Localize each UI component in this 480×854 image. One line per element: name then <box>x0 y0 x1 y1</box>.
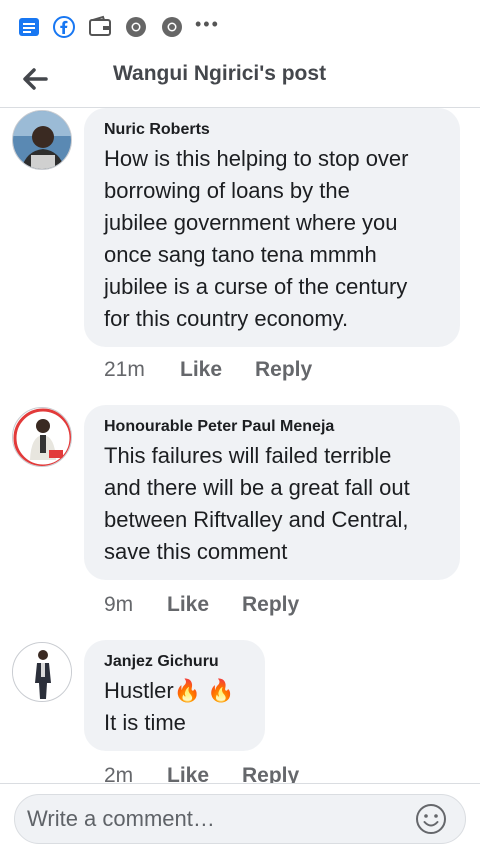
comment-line: between Riftvalley and Central, <box>104 507 409 532</box>
news-icon <box>19 18 39 36</box>
comment-line: jubilee is a curse of the century <box>104 274 408 299</box>
facebook-icon <box>53 16 75 38</box>
comment-line: This failures will failed terrible <box>104 443 392 468</box>
comment-composer <box>0 783 480 854</box>
comment-line: save this comment <box>104 539 288 564</box>
comment-text: Hustler🔥 🔥 It is time <box>104 675 245 739</box>
comment-author[interactable]: Nuric Roberts <box>104 120 440 140</box>
post-header: Wangui Ngirici's post <box>0 52 480 108</box>
comment-bubble: Honourable Peter Paul Meneja This failur… <box>84 405 460 580</box>
page-title: Wangui Ngirici's post <box>113 62 327 85</box>
avatar-photo <box>13 643 71 701</box>
comment-line: borrowing of loans by the <box>104 178 350 203</box>
avatar-photo <box>13 408 71 466</box>
comment-bubble: Janjez Gichuru Hustler🔥 🔥 It is time <box>84 640 265 751</box>
comment-line: How is this helping to stop over <box>104 146 409 171</box>
comment-time: 21m <box>104 358 145 381</box>
more-notifications-icon: ••• <box>195 14 220 34</box>
chrome-icon <box>162 17 182 37</box>
avatar-photo <box>13 111 71 169</box>
reply-button[interactable]: Reply <box>242 593 299 617</box>
comment-author[interactable]: Janjez Gichuru <box>104 652 245 672</box>
like-button[interactable]: Like <box>167 593 209 617</box>
comment-bubble: Nuric Roberts How is this helping to sto… <box>84 108 460 347</box>
avatar[interactable] <box>12 407 72 467</box>
comment-line: once sang tano tena mmmh <box>104 242 377 267</box>
comment-line: for this country economy. <box>104 306 349 331</box>
comment-text: How is this helping to stop over borrowi… <box>104 143 440 335</box>
comment-line: and there will be a great fall out <box>104 475 410 500</box>
comment-line: It is time <box>104 710 186 735</box>
like-button[interactable]: Like <box>180 358 222 382</box>
comment-line: jubilee government where you <box>104 210 398 235</box>
avatar[interactable] <box>12 642 72 702</box>
back-arrow-icon[interactable] <box>18 64 54 94</box>
avatar[interactable] <box>12 110 72 170</box>
status-bar: ••• <box>0 0 480 52</box>
comment-input[interactable] <box>14 794 466 844</box>
smiley-icon[interactable] <box>415 803 447 835</box>
chrome-icon <box>126 17 146 37</box>
reply-button[interactable]: Reply <box>255 358 312 382</box>
comment-time: 9m <box>104 593 134 616</box>
comment-text: This failures will failed terrible and t… <box>104 440 440 568</box>
comment-author[interactable]: Honourable Peter Paul Meneja <box>104 417 440 437</box>
wallet-icon <box>89 15 111 36</box>
comment-line: Hustler🔥 🔥 <box>104 678 235 703</box>
